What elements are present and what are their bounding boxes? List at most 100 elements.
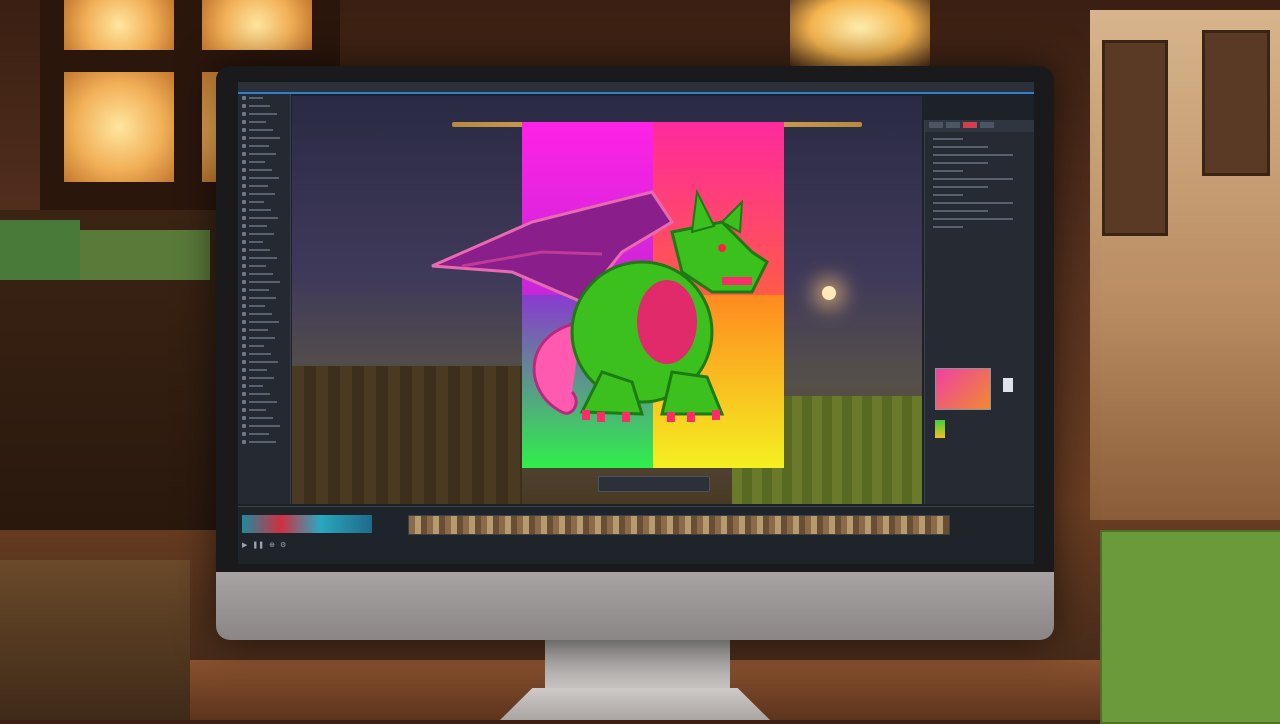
tool-icon[interactable] [242, 152, 246, 156]
tool-icon[interactable] [242, 200, 246, 204]
panel-tab[interactable] [929, 122, 943, 128]
tool-row[interactable] [238, 270, 290, 278]
tool-row[interactable] [238, 230, 290, 238]
tool-icon[interactable] [242, 384, 246, 388]
tool-row[interactable] [238, 278, 290, 286]
tool-row[interactable] [238, 366, 290, 374]
tool-row[interactable] [238, 294, 290, 302]
tool-icon[interactable] [242, 272, 246, 276]
tool-row[interactable] [238, 142, 290, 150]
tool-icon[interactable] [242, 304, 246, 308]
layer-mask-thumbnail[interactable] [1003, 378, 1013, 392]
tool-icon[interactable] [242, 120, 246, 124]
tool-icon[interactable] [242, 320, 246, 324]
tool-row[interactable] [238, 390, 290, 398]
tool-icon[interactable] [242, 408, 246, 412]
tool-row[interactable] [238, 150, 290, 158]
tool-icon[interactable] [242, 344, 246, 348]
tool-row[interactable] [238, 358, 290, 366]
tool-row[interactable] [238, 110, 290, 118]
tool-row[interactable] [238, 422, 290, 430]
tool-icon[interactable] [242, 392, 246, 396]
tool-row[interactable] [238, 318, 290, 326]
tools-panel[interactable] [238, 94, 291, 504]
tool-row[interactable] [238, 118, 290, 126]
tool-icon[interactable] [242, 352, 246, 356]
tool-icon[interactable] [242, 296, 246, 300]
tool-icon[interactable] [242, 176, 246, 180]
tool-row[interactable] [238, 134, 290, 142]
tool-icon[interactable] [242, 112, 246, 116]
tool-row[interactable] [238, 182, 290, 190]
play-icon[interactable]: ▶ [242, 541, 247, 549]
tool-icon[interactable] [242, 128, 246, 132]
tool-icon[interactable] [242, 136, 246, 140]
zoom-icon[interactable]: ⊕ [269, 541, 275, 549]
tool-row[interactable] [238, 198, 290, 206]
tool-row[interactable] [238, 94, 290, 102]
layer-thumbnail-icon[interactable] [935, 368, 991, 410]
tool-row[interactable] [238, 310, 290, 318]
panel-tab-active[interactable] [963, 122, 977, 128]
pause-icon[interactable]: ❚❚ [252, 541, 264, 549]
tool-icon[interactable] [242, 160, 246, 164]
tool-icon[interactable] [242, 400, 246, 404]
timeline-track[interactable] [408, 515, 950, 535]
tool-icon[interactable] [242, 144, 246, 148]
tool-row[interactable] [238, 102, 290, 110]
tool-row[interactable] [238, 350, 290, 358]
color-swatch[interactable] [935, 420, 945, 438]
tool-icon[interactable] [242, 288, 246, 292]
canvas-area[interactable] [292, 96, 922, 504]
tool-icon[interactable] [242, 336, 246, 340]
tool-icon[interactable] [242, 96, 246, 100]
tool-row[interactable] [238, 334, 290, 342]
tool-icon[interactable] [242, 424, 246, 428]
tool-row[interactable] [238, 238, 290, 246]
tool-icon[interactable] [242, 192, 246, 196]
tool-row[interactable] [238, 206, 290, 214]
tool-row[interactable] [238, 246, 290, 254]
settings-icon[interactable]: ⚙ [280, 541, 286, 549]
tool-icon[interactable] [242, 280, 246, 284]
tool-row[interactable] [238, 254, 290, 262]
tool-icon[interactable] [242, 216, 246, 220]
tool-row[interactable] [238, 126, 290, 134]
timeline-panel[interactable]: ▶ ❚❚ ⊕ ⚙ [238, 506, 1034, 564]
tool-row[interactable] [238, 262, 290, 270]
tool-icon[interactable] [242, 416, 246, 420]
properties-tabs[interactable] [925, 120, 1034, 132]
tool-icon[interactable] [242, 432, 246, 436]
tool-icon[interactable] [242, 312, 246, 316]
tool-row[interactable] [238, 438, 290, 446]
tool-icon[interactable] [242, 368, 246, 372]
tool-row[interactable] [238, 302, 290, 310]
panel-tab[interactable] [946, 122, 960, 128]
tool-icon[interactable] [242, 360, 246, 364]
tool-icon[interactable] [242, 240, 246, 244]
tool-row[interactable] [238, 398, 290, 406]
tool-row[interactable] [238, 166, 290, 174]
tool-icon[interactable] [242, 208, 246, 212]
tool-row[interactable] [238, 158, 290, 166]
tool-icon[interactable] [242, 104, 246, 108]
tool-row[interactable] [238, 214, 290, 222]
tool-icon[interactable] [242, 256, 246, 260]
tool-row[interactable] [238, 286, 290, 294]
tool-icon[interactable] [242, 328, 246, 332]
properties-panel[interactable] [924, 120, 1034, 504]
tool-row[interactable] [238, 382, 290, 390]
tool-row[interactable] [238, 430, 290, 438]
tool-row[interactable] [238, 406, 290, 414]
tool-row[interactable] [238, 174, 290, 182]
tool-icon[interactable] [242, 168, 246, 172]
tool-icon[interactable] [242, 264, 246, 268]
timeline-clip[interactable] [242, 515, 372, 533]
tool-row[interactable] [238, 326, 290, 334]
tool-icon[interactable] [242, 224, 246, 228]
tool-icon[interactable] [242, 440, 246, 444]
tool-icon[interactable] [242, 184, 246, 188]
tool-icon[interactable] [242, 248, 246, 252]
tool-row[interactable] [238, 222, 290, 230]
tool-row[interactable] [238, 374, 290, 382]
